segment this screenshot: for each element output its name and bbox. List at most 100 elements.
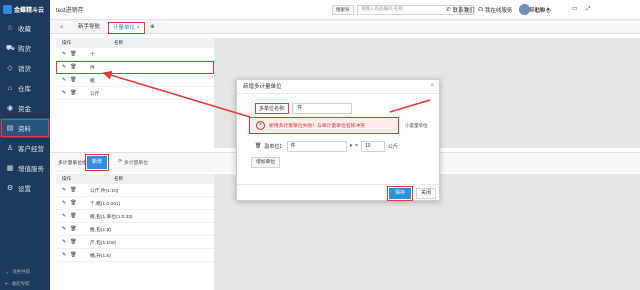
multi-unit-grid: 操作 名称 ✎ 🗑 公斤,件(1:10) ✎ 🗑 个,瓶(1:0.001) ✎ 🗑 瓶,包(… (56, 174, 214, 262)
unit-grid: 操作 名称 ✎ 🗑 个 ✎ 🗑 件 ✎ 🗑 瓶 ✎ 🗑 公斤 (56, 38, 214, 100)
nav-label: 收藏 (18, 26, 31, 33)
grid-header: 操作 名称 (56, 174, 214, 184)
tab-measure-unit[interactable]: 计量单位 × (108, 22, 145, 34)
sidebar: 金蝶精斗云 ☆ 收藏 ⛟ 购货 ◇ 销货 ⌂ 仓库 ◉ 资金 ▤ 资料 ♙ 客户经营 ▦ 增值服… (0, 0, 50, 290)
window-menu-icon[interactable]: ▭ (572, 6, 577, 12)
delete-icon[interactable]: 🗑 (70, 226, 76, 232)
gear-icon: ⚙ (6, 185, 14, 192)
table-row: ✎ 🗑 瓶,包(1:5) (56, 223, 214, 236)
nav-item-purchase[interactable]: ⛟ 购货 (0, 38, 50, 58)
nav-item-favorites[interactable]: ☆ 收藏 (0, 18, 50, 38)
delete-icon[interactable]: 🗑 (70, 51, 76, 57)
nav-item-sales[interactable]: ◇ 销货 (0, 58, 50, 78)
name-field-label: 多单位名称: (255, 102, 290, 114)
name-field-input[interactable]: 件 (292, 102, 353, 114)
tab-newbie-guide[interactable]: 新手导航 (74, 22, 104, 34)
edit-icon[interactable]: ✎ (62, 200, 66, 206)
nav-label: 仓库 (18, 86, 31, 93)
nav-item-warehouse[interactable]: ⌂ 仓库 (0, 78, 50, 98)
delete-icon[interactable]: 🗑 (70, 213, 76, 219)
home-icon[interactable]: ⌂ (56, 22, 67, 34)
brand-logo[interactable]: 金蝶精斗云 (0, 0, 50, 18)
phone-icon: ✆ (446, 7, 451, 13)
user-icon: ♙ (6, 145, 14, 152)
collapse-icon: ⇤ (5, 281, 9, 286)
money-icon: ◉ (6, 105, 14, 112)
cell-name: 个 (90, 52, 95, 58)
delete-icon[interactable]: 🗑 (70, 252, 76, 258)
fullscreen-icon[interactable]: ⤢ (586, 6, 590, 13)
nav-item-customers[interactable]: ♙ 客户经营 (0, 138, 50, 158)
nav-label: 资金 (18, 106, 31, 113)
save-button[interactable]: 保存 (387, 186, 413, 201)
cart-icon: ⛟ (6, 44, 15, 52)
add-button[interactable]: 新增 (85, 154, 109, 171)
col-name: 名称 (114, 176, 123, 181)
dialog-footer: 保存 关闭 (237, 184, 439, 201)
edit-icon[interactable]: ✎ (62, 187, 66, 193)
app-name: test进销存 (56, 8, 84, 14)
sun-icon: ☼ (5, 269, 10, 275)
multi-unit-link[interactable]: ⟳ 多计量单位 (118, 159, 148, 166)
top-bar: test进销存 搜索导 请输入商品编码/名称 ⌕ ✆联系我们 ☊我在线服务 ?帮… (50, 0, 640, 20)
refresh-icon: ⟳ (118, 159, 123, 164)
toggle-label: 收起导航 (11, 281, 30, 286)
cell-name: 件 (90, 65, 95, 71)
edit-icon[interactable]: ✎ (62, 226, 66, 232)
edit-icon[interactable]: ✎ (62, 90, 66, 96)
error-text: 新增多计量单位失败！与单计量单位名称冲突 (269, 124, 365, 129)
table-row: ✎ 🗑 瓶,包(1,单位(1:0.33) (56, 210, 214, 223)
qty-input[interactable]: 10 (360, 140, 385, 152)
online-service-link[interactable]: ☊ 我在线服务 (478, 6, 512, 14)
avatar[interactable] (519, 4, 530, 15)
delete-icon[interactable]: 🗑 (70, 77, 76, 83)
delete-icon[interactable]: 🗑 (70, 239, 76, 245)
nav-item-funds[interactable]: ◉ 资金 (0, 98, 50, 118)
equals-sign: = (355, 143, 358, 149)
cell-name: 斤,包(1:100) (90, 240, 117, 246)
add-unit-button[interactable]: 增加单位 (251, 157, 281, 168)
edit-icon[interactable]: ✎ (62, 64, 66, 70)
delete-icon[interactable]: 🗑 (70, 90, 76, 96)
headset-icon: ☊ (478, 7, 483, 13)
edit-icon[interactable]: ✎ (62, 213, 66, 219)
contact-us-link[interactable]: ✆ 联系我们 (446, 6, 475, 14)
delete-icon[interactable]: 🗑 (70, 200, 76, 206)
multi-unit-label: 多计量单位组 (58, 161, 87, 166)
sub-unit-select[interactable]: 件 (286, 140, 347, 152)
document-icon: ▤ (6, 125, 14, 132)
close-icon[interactable]: × (430, 83, 434, 89)
chevron-down-icon[interactable]: ▾ (350, 143, 353, 149)
tab-bar: ⌂ 新手导航 计量单位 × ⊕ (50, 20, 640, 34)
user-menu[interactable]: 七彩 ▾ (534, 6, 550, 14)
nav-item-data[interactable]: ▤ 资料 (0, 118, 50, 138)
edit-icon[interactable]: ✎ (62, 77, 66, 83)
grid-icon: ▦ (6, 165, 14, 172)
nav-item-settings[interactable]: ⚙ 设置 (0, 178, 50, 198)
delete-icon[interactable]: 🗑 (70, 187, 76, 193)
delete-icon[interactable]: 🗑 (255, 143, 261, 149)
table-row: ✎ 🗑 个,瓶(1:0.001) (56, 197, 214, 210)
table-row: ✎ 🗑 公斤,件(1:10) (56, 184, 214, 197)
close-button[interactable]: 关闭 (416, 188, 436, 199)
cell-name: 桶,升(1:5) (90, 253, 111, 259)
search-scope-label[interactable]: 搜索导 (332, 5, 354, 15)
cell-name: 瓶 (90, 78, 95, 84)
edit-icon[interactable]: ✎ (62, 239, 66, 245)
table-row: ✎ 🗑 瓶 (56, 74, 214, 87)
star-icon: ☆ (6, 25, 14, 32)
min-unit-hint: 小度量单位 (405, 123, 428, 128)
user-name: 七彩 (534, 8, 546, 14)
nav-item-services[interactable]: ▦ 增值服务 (0, 158, 50, 178)
light-nav-toggle[interactable]: ☼ 浅色导航 (0, 266, 50, 278)
tag-icon: ◇ (7, 65, 13, 72)
toggle-label: 浅色导航 (12, 269, 31, 274)
name-field-row: 多单位名称: 件 (255, 101, 353, 115)
edit-icon[interactable]: ✎ (62, 51, 66, 57)
collapse-nav-toggle[interactable]: ⇤ 收起导航 (0, 278, 50, 290)
add-tab-icon[interactable]: ⊕ (146, 22, 159, 34)
edit-icon[interactable]: ✎ (62, 252, 66, 258)
delete-icon[interactable]: 🗑 (70, 64, 76, 70)
brand-name: 金蝶精斗云 (14, 7, 45, 14)
search-input[interactable]: 请输入商品编码/名称 (357, 5, 460, 15)
